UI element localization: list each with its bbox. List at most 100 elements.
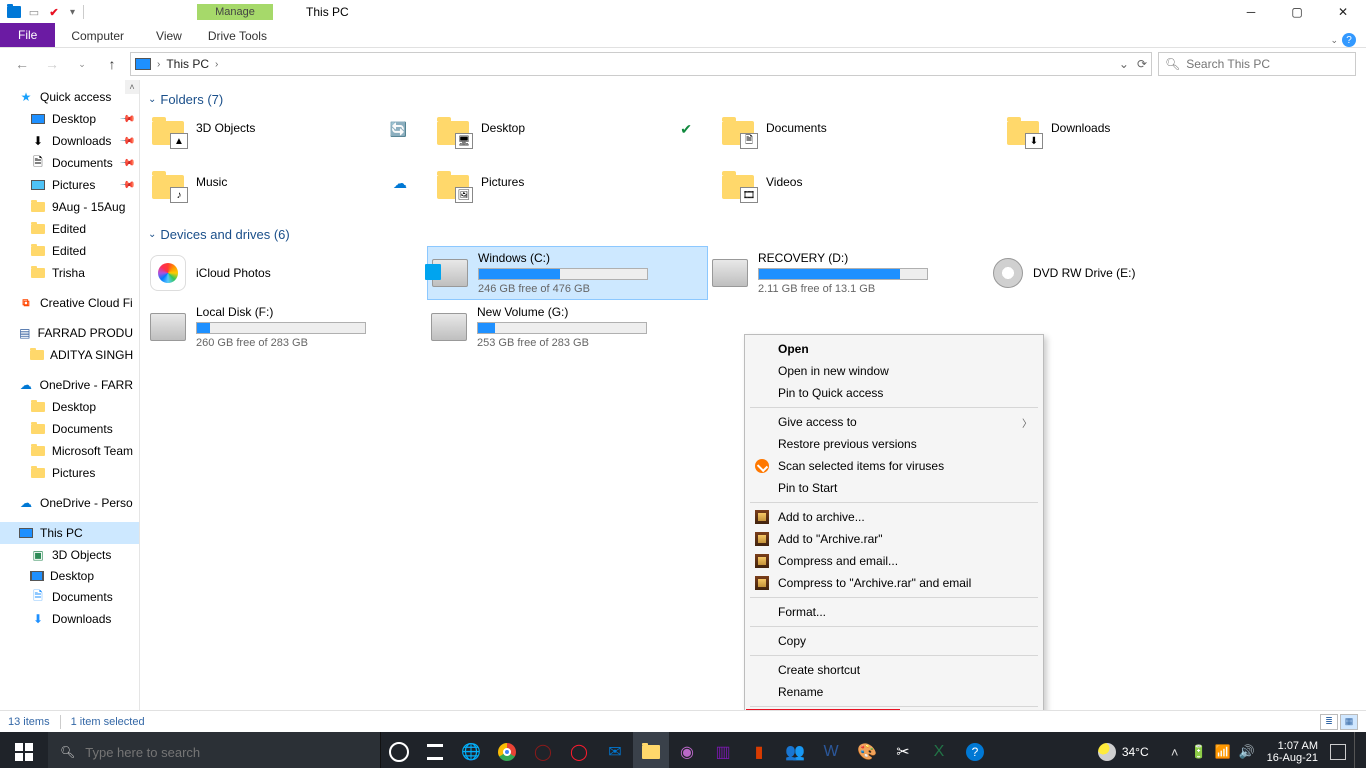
context-menu-item[interactable]: Copy [748, 630, 1040, 652]
address-bar[interactable]: › This PC › ⌄ ⟳ [130, 52, 1152, 76]
drive-tools-tab[interactable]: Drive Tools [192, 25, 283, 47]
sidebar-item[interactable]: Pictures📌 [0, 174, 139, 196]
drive-tile[interactable]: RECOVERY (D:)2.11 GB free of 13.1 GB [708, 246, 989, 300]
expand-ribbon-icon[interactable]: ⌄ [1330, 35, 1338, 46]
context-menu-item[interactable]: Compress and email... [748, 550, 1040, 572]
contextual-tab-label[interactable]: Manage [197, 4, 273, 20]
drive-tile[interactable]: Local Disk (F:)260 GB free of 283 GB [146, 300, 427, 354]
sidebar-item[interactable]: Desktop [0, 566, 139, 586]
details-view-button[interactable]: ≣ [1320, 714, 1338, 730]
sidebar-item[interactable]: Edited [0, 240, 139, 262]
folder-tile[interactable]: 🖼Pictures [431, 165, 716, 219]
drive-tile[interactable]: iCloud Photos [146, 246, 427, 300]
excel-icon[interactable]: X [921, 732, 957, 768]
breadcrumb[interactable]: This PC [166, 57, 209, 71]
context-menu-item[interactable]: Open in new window [748, 360, 1040, 382]
folder-tile[interactable]: ⬇Downloads [1001, 111, 1286, 165]
scroll-up-icon[interactable]: ˄ [125, 80, 139, 94]
computer-tab[interactable]: Computer [55, 25, 140, 47]
sidebar-this-pc[interactable]: This PC [0, 522, 139, 544]
sidebar-onedrive-farr[interactable]: ☁OneDrive - FARR [0, 374, 139, 396]
sidebar-item[interactable]: Trisha [0, 262, 139, 284]
sidebar-item[interactable]: Pictures [0, 462, 139, 484]
drive-tile[interactable]: DVD RW Drive (E:) [989, 246, 1270, 300]
sidebar-item[interactable]: Microsoft Team [0, 440, 139, 462]
opera-icon[interactable]: ◯ [561, 732, 597, 768]
context-menu-item[interactable]: Scan selected items for viruses [748, 455, 1040, 477]
drive-tile[interactable]: New Volume (G:)253 GB free of 283 GB [427, 300, 708, 354]
sidebar-item[interactable]: 🗎Documents📌 [0, 152, 139, 174]
tray-chevron-icon[interactable]: ˄ [1167, 744, 1183, 760]
sidebar-farrad[interactable]: ▤FARRAD PRODU [0, 322, 139, 344]
folders-header[interactable]: ⌄Folders (7) [146, 88, 1358, 111]
taskbar-search-input[interactable] [85, 745, 368, 760]
task-view-button[interactable] [417, 732, 453, 768]
address-dropdown-icon[interactable]: ⌄ [1119, 57, 1129, 71]
context-menu-item[interactable]: Give access to〉 [748, 411, 1040, 433]
battery-icon[interactable]: 🔋 [1191, 744, 1207, 760]
folder-tile[interactable]: 🎞Videos [716, 165, 1001, 219]
opera-gx-icon[interactable]: ◯ [525, 732, 561, 768]
context-menu-item[interactable]: Add to archive... [748, 506, 1040, 528]
large-icons-view-button[interactable]: ▦ [1340, 714, 1358, 730]
recent-locations-button[interactable]: ⌄ [70, 52, 94, 76]
check-icon[interactable]: ✔ [46, 4, 62, 20]
paint-icon[interactable]: 🎨 [849, 732, 885, 768]
context-menu-item[interactable]: Create shortcut [748, 659, 1040, 681]
taskbar-search[interactable]: 🔍︎ [48, 732, 381, 768]
word-icon[interactable]: W [813, 732, 849, 768]
chrome-icon[interactable] [489, 732, 525, 768]
forward-button[interactable]: → [40, 52, 64, 76]
sidebar-item[interactable]: Desktop📌 [0, 108, 139, 130]
folder-tile[interactable]: 🗎Documents [716, 111, 1001, 165]
drives-header[interactable]: ⌄Devices and drives (6) [146, 223, 1358, 246]
sidebar-onedrive-personal[interactable]: ☁OneDrive - Perso [0, 492, 139, 514]
context-menu-item[interactable]: Add to "Archive.rar" [748, 528, 1040, 550]
minimize-button[interactable]: ─ [1228, 0, 1274, 24]
teams-icon[interactable]: 👥 [777, 732, 813, 768]
properties-icon[interactable]: ▭ [26, 4, 42, 20]
sidebar-aditya[interactable]: ADITYA SINGH [0, 344, 139, 366]
file-tab[interactable]: File [0, 23, 55, 47]
qat-dropdown-icon[interactable]: ▾ [66, 7, 79, 18]
sidebar-item[interactable]: Edited [0, 218, 139, 240]
office-icon[interactable]: ▮ [741, 732, 777, 768]
folder-tile[interactable]: ♪Music☁ [146, 165, 431, 219]
crumb-chevron-icon[interactable]: › [157, 59, 160, 70]
show-desktop-button[interactable] [1354, 732, 1360, 768]
close-button[interactable]: ✕ [1320, 0, 1366, 24]
maximize-button[interactable]: ▢ [1274, 0, 1320, 24]
taskbar-weather[interactable]: 34°C [1088, 743, 1159, 761]
cortana-button[interactable] [381, 732, 417, 768]
context-menu-item[interactable]: Restore previous versions [748, 433, 1040, 455]
context-menu-item[interactable]: Pin to Quick access [748, 382, 1040, 404]
sidebar-item[interactable]: ⬇Downloads📌 [0, 130, 139, 152]
taskbar-clock[interactable]: 1:07 AM 16-Aug-21 [1263, 740, 1322, 764]
mail-icon[interactable]: ✉ [597, 732, 633, 768]
context-menu-item[interactable]: Rename [748, 681, 1040, 703]
sidebar-item[interactable]: 🗎Documents [0, 586, 139, 608]
folder-tile[interactable]: 🖥Desktop✔ [431, 111, 716, 165]
search-box[interactable]: 🔍︎ [1158, 52, 1356, 76]
get-help-icon[interactable]: ? [957, 732, 993, 768]
snip-icon[interactable]: ✂ [885, 732, 921, 768]
start-button[interactable] [0, 732, 48, 768]
search-input[interactable] [1186, 57, 1349, 71]
file-explorer-icon[interactable] [633, 732, 669, 768]
volume-icon[interactable]: 🔊 [1239, 744, 1255, 760]
back-button[interactable]: ← [10, 52, 34, 76]
edge-icon[interactable]: 🌐 [453, 732, 489, 768]
onenote-icon[interactable]: ▥ [705, 732, 741, 768]
refresh-icon[interactable]: ⟳ [1137, 57, 1147, 71]
sidebar-item[interactable]: ▣3D Objects [0, 544, 139, 566]
sidebar-quick-access[interactable]: ★Quick access [0, 86, 139, 108]
sidebar-item[interactable]: ⬇Downloads [0, 608, 139, 630]
context-menu-item[interactable]: Compress to "Archive.rar" and email [748, 572, 1040, 594]
crumb-chevron-icon[interactable]: › [215, 59, 218, 70]
sidebar-creative-cloud[interactable]: ⧉Creative Cloud Fi [0, 292, 139, 314]
folder-tile[interactable]: ▲3D Objects🔄 [146, 111, 431, 165]
sidebar-item[interactable]: 9Aug - 15Aug [0, 196, 139, 218]
wifi-icon[interactable]: 📶 [1215, 744, 1231, 760]
help-icon[interactable]: ? [1342, 33, 1356, 47]
sidebar-item[interactable]: Documents [0, 418, 139, 440]
